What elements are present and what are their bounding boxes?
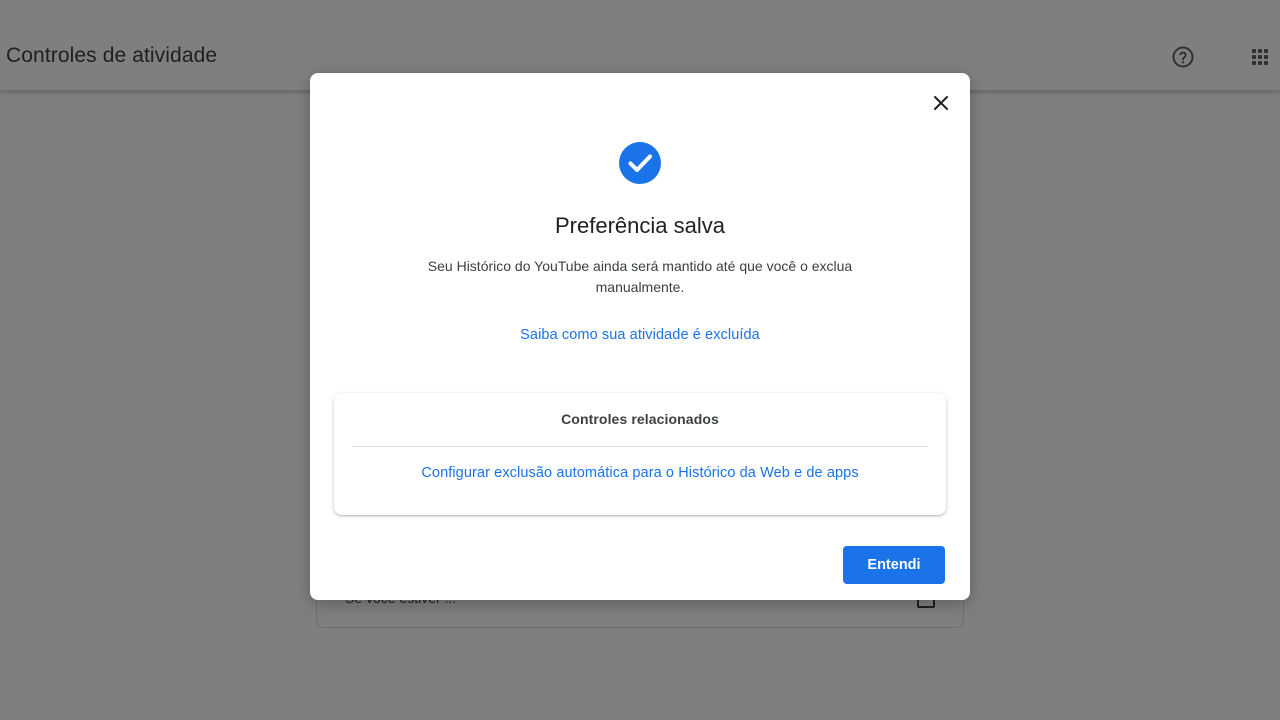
related-controls-card: Controles relacionados Configurar exclus… [334, 393, 946, 515]
close-button[interactable] [928, 90, 954, 116]
check-circle-icon [619, 142, 661, 184]
close-icon [934, 96, 948, 110]
dialog-title: Preferência salva [555, 213, 725, 238]
preference-saved-dialog: Preferência salva Seu Histórico do YouTu… [310, 73, 970, 600]
related-controls-title: Controles relacionados [561, 411, 719, 427]
auto-delete-web-app-activity-link[interactable]: Configurar exclusão automática para o Hi… [334, 465, 946, 481]
confirm-button[interactable]: Entendi [843, 546, 945, 584]
dialog-message: Seu Histórico do YouTube ainda será mant… [427, 258, 853, 295]
learn-deletion-link[interactable]: Saiba como sua atividade é excluída [310, 327, 970, 343]
divider [352, 446, 928, 447]
